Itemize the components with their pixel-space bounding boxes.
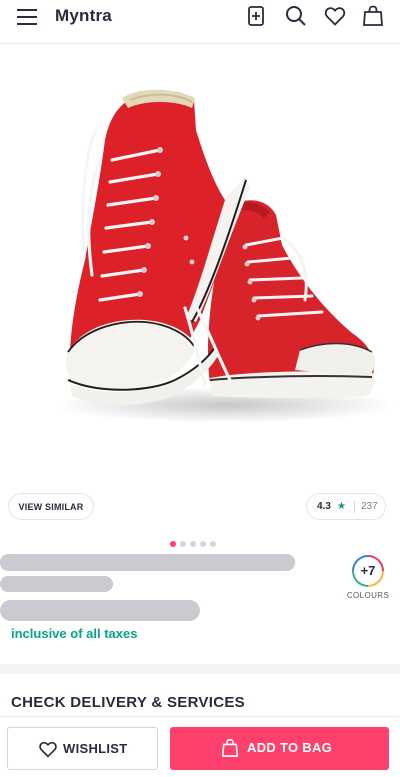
rating-count: 237 — [361, 501, 378, 512]
tax-note: inclusive of all taxes — [11, 626, 138, 641]
add-to-bag-button[interactable]: ADD TO BAG — [170, 727, 389, 770]
add-to-box-icon[interactable] — [244, 4, 268, 28]
heart-icon — [39, 741, 57, 758]
section-divider — [0, 664, 400, 674]
menu-icon[interactable] — [17, 7, 39, 27]
more-colours-button[interactable]: +7 — [352, 555, 384, 587]
wishlist-label: WISHLIST — [63, 741, 128, 756]
bottom-action-bar: WISHLIST ADD TO BAG — [0, 716, 400, 777]
brand-logo-text[interactable]: Myntra — [55, 6, 112, 26]
carousel-dot[interactable] — [190, 541, 196, 547]
heart-icon[interactable] — [323, 4, 347, 28]
skeleton-subtitle-placeholder — [0, 576, 113, 592]
add-to-bag-label: ADD TO BAG — [247, 740, 333, 755]
top-nav-bar: Myntra — [0, 0, 400, 44]
colours-label: COLOURS — [346, 591, 390, 600]
product-image-carousel[interactable] — [0, 45, 400, 555]
rating-value: 4.3 — [317, 501, 331, 512]
rating-divider — [354, 501, 355, 513]
bag-icon[interactable] — [361, 4, 385, 28]
skeleton-title-placeholder — [0, 554, 295, 571]
search-icon[interactable] — [284, 4, 308, 28]
carousel-dot[interactable] — [180, 541, 186, 547]
colours-count: +7 — [354, 557, 382, 585]
bag-icon — [221, 738, 239, 757]
carousel-dot[interactable] — [200, 541, 206, 547]
carousel-dot[interactable] — [170, 541, 176, 547]
product-image — [55, 89, 395, 423]
view-similar-button[interactable]: VIEW SIMILAR — [8, 493, 94, 520]
delivery-section-title: CHECK DELIVERY & SERVICES — [11, 694, 245, 711]
wishlist-button[interactable]: WISHLIST — [7, 727, 158, 770]
rating-badge[interactable]: 4.3 ★ 237 — [306, 493, 386, 520]
skeleton-price-placeholder — [0, 600, 200, 621]
star-icon: ★ — [337, 501, 346, 512]
carousel-dot[interactable] — [210, 541, 216, 547]
